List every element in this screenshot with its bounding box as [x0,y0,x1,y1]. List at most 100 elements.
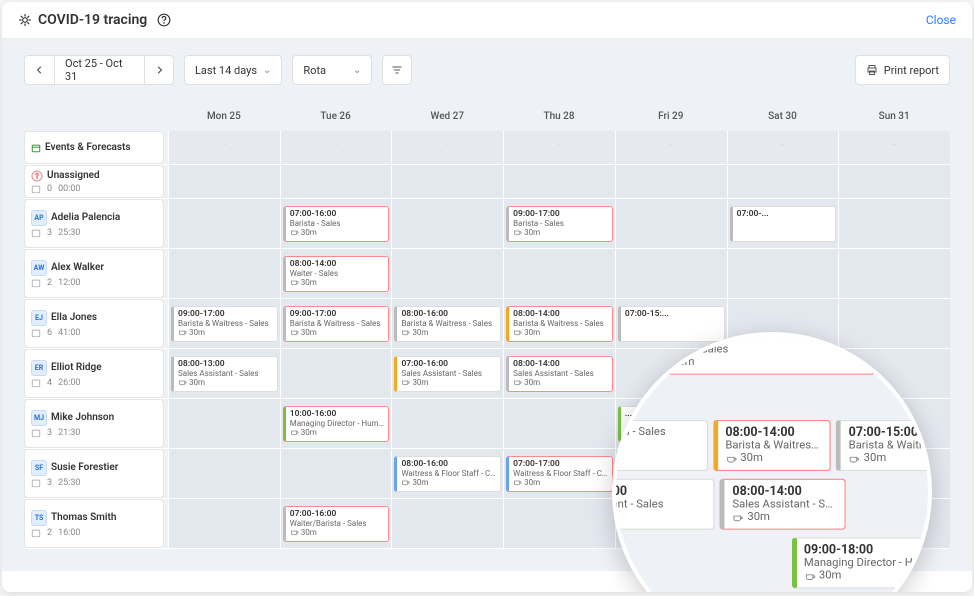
day-cell[interactable] [615,199,727,248]
shift-time: 07:00-16:00 [290,209,385,219]
close-button[interactable]: Close [926,13,956,27]
day-cell[interactable]: 07:00-17:00Waitress & Floor Staff - Cust… [503,449,615,498]
day-cell[interactable]: 08:00-14:00Sales Assistant - Sales30m [503,349,615,398]
day-cell[interactable]: 07:00-16:00Barista - Sales30m [280,199,392,248]
calendar-icon [31,378,41,388]
shift-break: 30m [513,378,608,387]
view-select[interactable]: Rota ⌄ [292,55,372,85]
day-cell[interactable] [503,399,615,448]
day-cell[interactable]: 08:00-14:00Waiter - Sales30m [280,249,392,298]
filter-button[interactable] [382,55,412,85]
help-icon[interactable] [157,13,171,27]
header-row: Mon 25Tue 26Wed 27Thu 28Fri 29Sat 30Sun … [24,101,950,131]
day-cell[interactable] [838,199,950,248]
employee-cell[interactable]: EJElla Jones641:00 [24,299,164,348]
events-forecasts-label[interactable]: Events & Forecasts [24,131,164,164]
shift-card[interactable]: 07:00-17:00Waitress & Floor Staff - Cust… [506,456,613,492]
day-cell[interactable] [503,249,615,298]
shift-card[interactable]: 08:00-16:00Waitress & Floor Staff - Cust… [394,456,501,492]
day-cell[interactable]: 07:00-... [727,199,839,248]
shift-break: 30m [290,228,385,237]
shift-card[interactable]: 07:00-16:00Waiter/Barista - Sales30m [283,506,390,542]
shift-break: 30m [290,278,385,287]
shift-card[interactable]: 08:00-14:00Sales Assistant - Sales30m [506,356,613,392]
period-select[interactable]: Last 14 days ⌄ [184,55,282,85]
shift-role: Barista - Sales [290,219,385,228]
unassigned-label[interactable]: ? Unassigned 0 00:00 [24,165,164,198]
day-cell[interactable] [391,249,503,298]
shift-card[interactable]: 08:00-13:00Sales Assistant - Sales30m [171,356,278,392]
shift-time: 08:00-14:00 [290,259,385,269]
shift-card[interactable]: 08:00-14:00Barista & Waitress - Sales30m [506,306,613,342]
day-cell[interactable]: 09:00-17:00Barista & Waitress - Sales30m [280,299,392,348]
shift-break: 30m [290,428,385,437]
day-cell[interactable] [391,199,503,248]
day-cell[interactable]: 10:00-16:00Managing Director - Human ...… [280,399,392,448]
events-cell: - [615,131,727,164]
employee-cell[interactable]: AWAlex Walker212:00 [24,249,164,298]
employee-cell[interactable]: ERElliot Ridge426:00 [24,349,164,398]
calendar-icon [31,478,41,488]
day-cell[interactable] [168,499,280,548]
day-cell[interactable] [168,399,280,448]
day-header: Sun 31 [838,111,950,122]
calendar-icon [31,428,41,438]
day-cell[interactable] [168,249,280,298]
day-cell[interactable]: 08:00-13:00Sales Assistant - Sales30m [168,349,280,398]
shift-break: 30m [401,478,496,487]
shift-card[interactable]: 09:00-17:00Barista & Waitress - Sales30m [283,306,390,342]
shift-card[interactable]: 07:00-16:00Sales Assistant - Sales30m [394,356,501,392]
hours-total: 16:00 [58,528,80,538]
day-cell[interactable]: 09:00-17:00Barista & Waitress - Sales30m [168,299,280,348]
day-cell[interactable] [838,249,950,298]
date-range-button[interactable]: Oct 25 - Oct 31 [54,55,144,85]
employee-name: Adelia Palencia [51,212,120,223]
day-cell[interactable] [503,499,615,548]
shift-card[interactable]: 07:00-16:00Barista - Sales30m [283,206,390,242]
shift-card[interactable]: 09:00-17:00Barista & Waitress - Sales30m [171,306,278,342]
day-cell[interactable] [391,499,503,548]
day-cell[interactable] [391,399,503,448]
employee-name: Ella Jones [51,312,97,323]
day-header: Thu 28 [503,111,615,122]
employee-cell[interactable]: SFSusie Forestier325:30 [24,449,164,498]
print-icon [866,64,878,76]
day-cell[interactable]: 07:00-16:00Waiter/Barista - Sales30m [280,499,392,548]
day-cell[interactable] [280,449,392,498]
zoom-shift-partial: itress - Sales [612,420,708,471]
unassigned-cell [727,165,839,198]
day-cell[interactable]: 07:00-16:00Sales Assistant - Sales30m [391,349,503,398]
shift-card[interactable]: 08:00-14:00Waiter - Sales30m [283,256,390,292]
unassigned-cell [280,165,392,198]
day-cell[interactable] [168,449,280,498]
shift-card[interactable]: 10:00-16:00Managing Director - Human ...… [283,406,390,442]
day-cell[interactable]: 08:00-14:00Barista & Waitress - Sales30m [503,299,615,348]
shift-time: 08:00-13:00 [178,359,273,369]
day-cell[interactable] [615,249,727,298]
shift-time: 10:00-16:00 [290,409,385,419]
shift-role: Waiter/Barista - Sales [290,519,385,528]
unassigned-cell [503,165,615,198]
next-button[interactable] [144,55,174,85]
day-cell[interactable] [168,199,280,248]
shift-card[interactable]: 08:00-16:00Barista & Waitress - Sales30m [394,306,501,342]
prev-button[interactable] [24,55,54,85]
print-report-button[interactable]: Print report [855,55,950,85]
day-cell[interactable]: 09:00-17:00Barista - Sales30m [503,199,615,248]
calendar-icon [31,528,41,538]
employee-cell[interactable]: TSThomas Smith216:00 [24,499,164,548]
shift-card[interactable]: 07:00-... [730,206,837,242]
unassigned-row: ? Unassigned 0 00:00 [24,165,950,199]
day-cell[interactable]: 08:00-16:00Waitress & Floor Staff - Cust… [391,449,503,498]
day-cell[interactable]: 08:00-16:00Barista & Waitress - Sales30m [391,299,503,348]
zoom-shift: 08:00-14:00Barista & Waitress - Sales30m [713,420,831,471]
shift-role: Waitress & Floor Staff - Cust... [513,469,608,478]
shift-card[interactable]: 09:00-17:00Barista - Sales30m [506,206,613,242]
employee-cell[interactable]: MJMike Johnson321:30 [24,399,164,448]
employee-cell[interactable]: APAdelia Palencia325:30 [24,199,164,248]
day-cell[interactable] [727,249,839,298]
day-cell[interactable] [280,349,392,398]
employee-name: Elliot Ridge [51,362,102,373]
employee-name: Mike Johnson [51,412,114,423]
unassigned-cell [615,165,727,198]
